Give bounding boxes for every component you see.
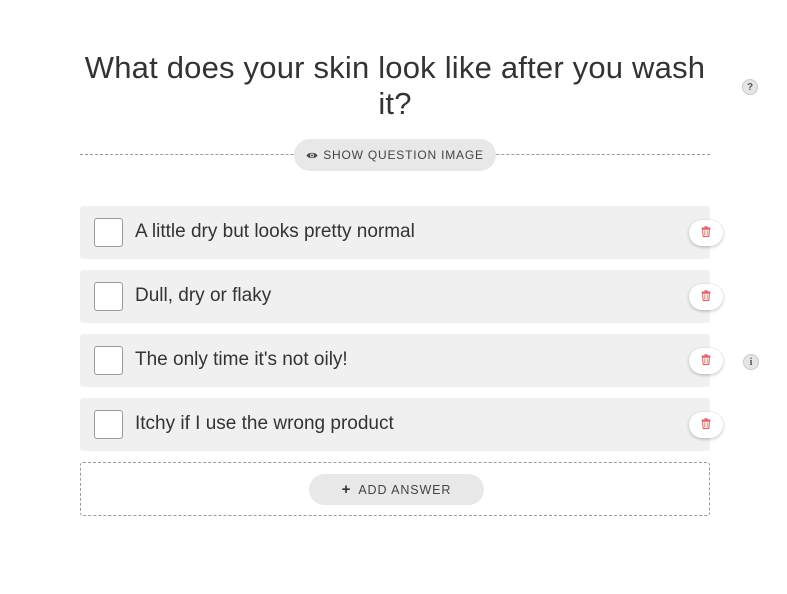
trash-icon [701,224,711,242]
answer-label[interactable]: The only time it's not oily! [135,349,348,371]
answer-label[interactable]: A little dry but looks pretty normal [135,221,415,243]
plus-icon: + [341,481,352,498]
answer-row: The only time it's not oily! i [80,334,759,387]
answer-checkbox[interactable] [94,346,123,375]
add-answer-area: + ADD ANSWER [80,462,710,516]
question-title: What does your skin look like after you … [84,50,706,121]
trash-icon [701,288,711,306]
answer-row: A little dry but looks pretty normal [80,206,723,259]
add-answer-label: ADD ANSWER [358,482,452,497]
delete-answer-button[interactable] [689,220,723,246]
delete-answer-button[interactable] [689,412,723,438]
answer-row: Itchy if I use the wrong product [80,398,723,451]
answer-checkbox[interactable] [94,218,123,247]
delete-answer-button[interactable] [689,348,723,374]
answer-label[interactable]: Itchy if I use the wrong product [135,413,394,435]
delete-answer-button[interactable] [689,284,723,310]
trash-icon [701,352,711,370]
trash-icon [701,416,711,434]
answer-checkbox[interactable] [94,410,123,439]
eye-icon [306,151,318,160]
show-question-image-label: SHOW QUESTION IMAGE [323,148,484,162]
answer-list: A little dry but looks pretty normal Dul… [80,206,759,462]
answer-label[interactable]: Dull, dry or flaky [135,285,271,307]
answer-row: Dull, dry or flaky [80,270,723,323]
help-icon[interactable]: ? [742,79,758,95]
show-question-image-button[interactable]: SHOW QUESTION IMAGE [294,139,496,171]
answer-checkbox[interactable] [94,282,123,311]
add-answer-button[interactable]: + ADD ANSWER [309,474,484,505]
info-icon[interactable]: i [743,354,759,370]
